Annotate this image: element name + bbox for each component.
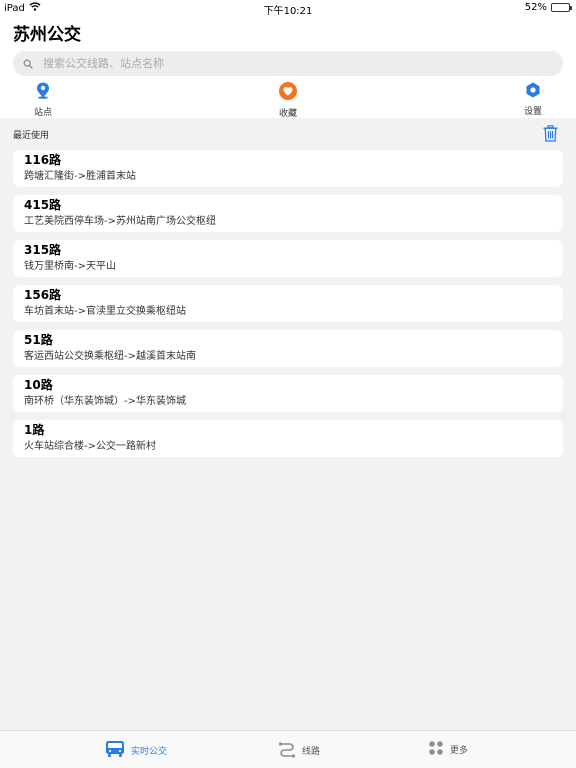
- route-name: 51路: [24, 333, 53, 347]
- route-card[interactable]: 116路 跨塘汇隆街->胜浦首末站: [13, 150, 563, 187]
- tab-more[interactable]: 更多: [428, 740, 468, 759]
- quick-action-label: 收藏: [278, 109, 297, 119]
- route-name: 10路: [24, 378, 53, 392]
- quick-action-favorites[interactable]: 收藏: [258, 82, 318, 119]
- tab-label: 实时公交: [131, 747, 168, 757]
- grid-dots-icon: [428, 740, 444, 759]
- search-bar[interactable]: [13, 51, 563, 76]
- quick-action-settings[interactable]: 设置: [503, 82, 563, 117]
- status-bar: iPad 下午10:21 52%: [0, 0, 576, 17]
- heart-icon: [279, 82, 297, 104]
- search-icon: [23, 54, 33, 73]
- route-description: 钱万里桥南->天平山: [24, 261, 116, 272]
- route-description: 跨塘汇隆街->胜浦首末站: [24, 171, 136, 182]
- tab-label: 更多: [450, 746, 469, 756]
- tab-bar: 实时公交 线路 更多: [0, 730, 576, 768]
- route-icon: [278, 740, 296, 761]
- route-name: 1路: [24, 423, 45, 437]
- route-name: 415路: [24, 198, 62, 212]
- route-description: 工艺美院西停车场->苏州站南广场公交枢纽: [24, 216, 216, 227]
- status-right: 52%: [524, 2, 572, 13]
- gear-icon: [525, 82, 541, 102]
- tab-realtime-bus[interactable]: 实时公交: [105, 740, 167, 761]
- quick-action-label: 设置: [523, 107, 542, 117]
- route-card[interactable]: 10路 南环桥（华东装饰城）->华东装饰城: [13, 375, 563, 412]
- recent-route-list: 116路 跨塘汇隆街->胜浦首末站 415路 工艺美院西停车场->苏州站南广场公…: [13, 150, 563, 465]
- status-time: 下午10:21: [263, 6, 313, 17]
- trash-icon[interactable]: [543, 125, 558, 146]
- recent-section-label: 最近使用: [13, 131, 50, 141]
- route-description: 火车站综合楼->公交一路新村: [24, 441, 156, 452]
- page-title: 苏州公交: [13, 25, 81, 45]
- route-card[interactable]: 1路 火车站综合楼->公交一路新村: [13, 420, 563, 457]
- location-pin-icon: [36, 82, 50, 103]
- route-description: 车坊首末站->官渎里立交换乘枢纽站: [24, 306, 186, 317]
- route-card[interactable]: 315路 钱万里桥南->天平山: [13, 240, 563, 277]
- route-card[interactable]: 51路 客运西站公交换乘枢纽->越溪首末站南: [13, 330, 563, 367]
- quick-action-label: 站点: [33, 108, 52, 118]
- route-name: 315路: [24, 243, 62, 257]
- route-name: 156路: [24, 288, 62, 302]
- quick-action-stations[interactable]: 站点: [13, 82, 73, 118]
- tab-label: 线路: [302, 747, 321, 757]
- battery-percent: 52%: [524, 2, 547, 13]
- battery-icon: [551, 3, 572, 12]
- tab-routes[interactable]: 线路: [278, 740, 320, 761]
- route-card[interactable]: 415路 工艺美院西停车场->苏州站南广场公交枢纽: [13, 195, 563, 232]
- route-description: 南环桥（华东装饰城）->华东装饰城: [24, 396, 186, 407]
- route-name: 116路: [24, 153, 62, 167]
- route-card[interactable]: 156路 车坊首末站->官渎里立交换乘枢纽站: [13, 285, 563, 322]
- bus-icon: [105, 740, 125, 761]
- search-input[interactable]: [43, 57, 523, 70]
- route-description: 客运西站公交换乘枢纽->越溪首末站南: [24, 351, 196, 362]
